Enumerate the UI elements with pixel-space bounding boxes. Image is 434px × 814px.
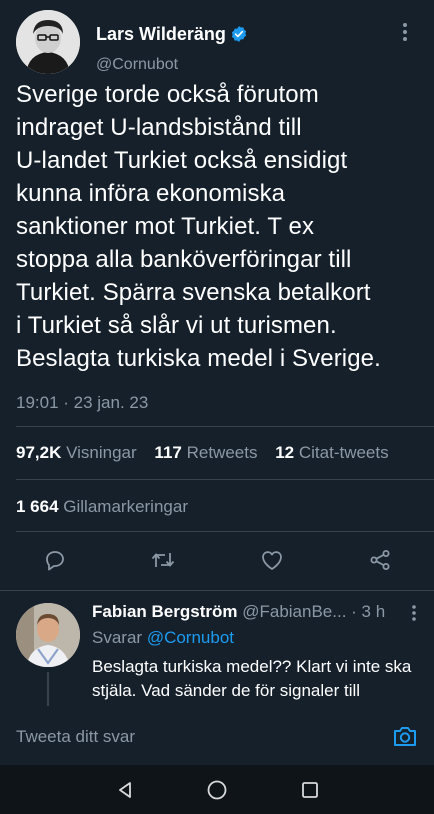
reply-icon <box>46 551 64 571</box>
verified-badge-icon <box>231 26 246 42</box>
nav-home-button[interactable] <box>204 777 230 803</box>
divider <box>16 426 434 427</box>
like-button[interactable] <box>257 545 287 575</box>
views-stat[interactable]: 97,2K Visningar <box>16 443 137 462</box>
reply-input[interactable]: Tweeta ditt svar <box>16 727 135 747</box>
more-icon[interactable] <box>406 603 422 623</box>
replying-prefix: Svarar <box>92 628 143 647</box>
tweet-line: stoppa alla banköverföringar till <box>16 246 352 273</box>
quotes-stat[interactable]: 12 Citat-tweets <box>275 443 388 462</box>
replying-handle-link[interactable]: @Cornubot <box>147 628 234 647</box>
tweet-timestamp[interactable]: 19:01 · 23 jan. 23 <box>16 393 148 413</box>
likes-label: Gillamarkeringar <box>63 497 188 516</box>
retweets-label: Retweets <box>186 443 258 462</box>
nav-back-button[interactable] <box>112 777 138 803</box>
tweet-actions <box>0 545 434 581</box>
reply-header[interactable]: Fabian Bergström @FabianBe... · 3 h <box>92 602 392 622</box>
tweet-line: indraget U-landsbistånd till <box>16 114 302 141</box>
author-handle[interactable]: @Cornubot <box>96 56 178 74</box>
tweet-line: sanktioner mot Turkiet. T ex <box>16 213 315 240</box>
reply-time: · 3 h <box>351 602 386 621</box>
retweet-icon <box>151 553 175 567</box>
more-icon[interactable] <box>396 20 414 44</box>
reply-author-name: Fabian Bergström <box>92 602 238 621</box>
reply-avatar[interactable] <box>16 603 80 667</box>
tweet-header: Lars Wilderäng @Cornubot <box>16 10 424 76</box>
retweet-button[interactable] <box>148 545 178 575</box>
retweets-count: 117 <box>154 443 182 462</box>
views-label: Visningar <box>66 443 137 462</box>
author-name[interactable]: Lars Wilderäng <box>96 24 248 45</box>
share-icon <box>370 550 390 570</box>
system-nav-bar <box>0 765 434 814</box>
reply-text: Beslagta turkiska medel?? Klart vi inte … <box>92 657 412 700</box>
nav-recents-button[interactable] <box>297 777 323 803</box>
retweets-stat[interactable]: 117 Retweets <box>154 443 257 462</box>
tweet-line: Beslagta turkiska medel i Sverige. <box>16 345 381 372</box>
quotes-label: Citat-tweets <box>298 443 389 462</box>
tweet-line: kunna införa ekonomiska <box>16 180 286 207</box>
tweet-line: Turkiet. Spärra svenska betalkort <box>16 279 371 306</box>
divider <box>0 590 434 591</box>
reply-author-handle: @FabianBe... <box>242 602 347 621</box>
tweet-line: U-landet Turkiet också ensidigt <box>16 147 348 174</box>
author-avatar[interactable] <box>16 10 80 74</box>
tweet-text: Sverige torde också förutom indraget U-l… <box>16 78 426 375</box>
compose-bar: Tweeta ditt svar <box>0 707 434 765</box>
share-button[interactable] <box>365 545 395 575</box>
tweet-line: Sverige torde också förutom <box>16 81 319 108</box>
like-icon <box>262 551 282 570</box>
views-count: 97,2K <box>16 443 62 462</box>
replying-to: Svarar @Cornubot <box>92 628 234 648</box>
quotes-count: 12 <box>275 443 295 462</box>
camera-icon[interactable] <box>392 723 418 749</box>
divider <box>16 531 434 532</box>
nav-recents-icon <box>302 782 318 798</box>
thread-line <box>47 672 49 706</box>
tweet-line: i Turkiet så slår vi ut turismen. <box>16 312 337 339</box>
likes-count: 1 664 <box>16 497 59 516</box>
author-name-text: Lars Wilderäng <box>96 24 226 44</box>
nav-back-icon <box>119 782 131 798</box>
likes-stat[interactable]: 1 664 Gillamarkeringar <box>16 497 188 517</box>
nav-home-icon <box>207 780 227 800</box>
divider <box>16 479 434 480</box>
reply-button[interactable] <box>40 545 70 575</box>
tweet-stats: 97,2K Visningar 117 Retweets 12 Citat-tw… <box>16 443 402 463</box>
